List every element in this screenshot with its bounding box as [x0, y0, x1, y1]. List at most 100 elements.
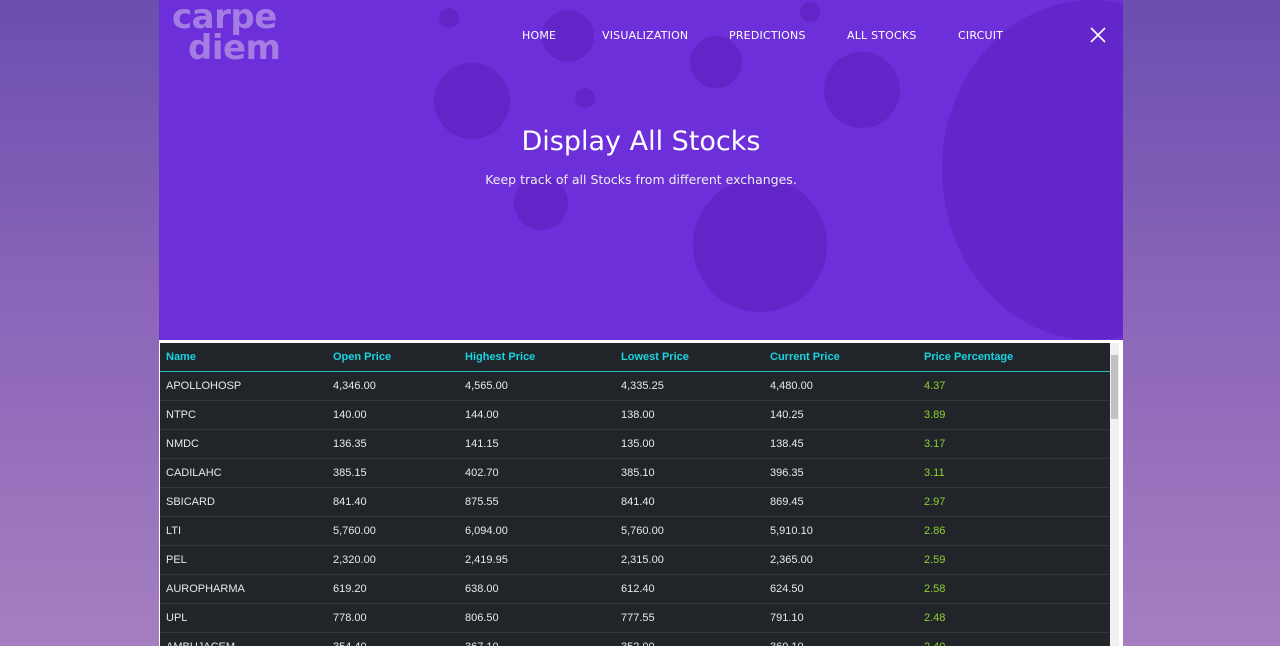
cell-name: NMDC — [160, 429, 327, 459]
cell-price-percentage: 2.48 — [918, 603, 1110, 633]
cell-current-price: 396.35 — [764, 458, 918, 488]
cell-highest-price: 6,094.00 — [459, 516, 615, 546]
stocks-table-container: Name Open Price Highest Price Lowest Pri… — [160, 343, 1119, 646]
cell-open-price: 5,760.00 — [327, 516, 459, 546]
hero-section: carpe diem HOME VISUALIZATION PREDICTION… — [159, 0, 1123, 340]
cell-open-price: 354.40 — [327, 632, 459, 646]
cell-current-price: 791.10 — [764, 603, 918, 633]
table-row: LTI 5,760.00 6,094.00 5,760.00 5,910.10 … — [160, 516, 1110, 546]
page-title: Display All Stocks — [521, 126, 761, 157]
column-header-lowest-price[interactable]: Lowest Price — [615, 343, 764, 372]
cell-current-price: 140.25 — [764, 400, 918, 430]
nav-visualization[interactable]: VISUALIZATION — [602, 29, 688, 42]
table-header-row: Name Open Price Highest Price Lowest Pri… — [160, 343, 1110, 372]
cell-lowest-price: 777.55 — [615, 603, 764, 633]
table-row: SBICARD 841.40 875.55 841.40 869.45 2.97 — [160, 487, 1110, 517]
page-container: carpe diem HOME VISUALIZATION PREDICTION… — [159, 0, 1123, 646]
cell-price-percentage: 2.97 — [918, 487, 1110, 517]
page-subtitle: Keep track of all Stocks from different … — [485, 172, 797, 187]
nav-predictions[interactable]: PREDICTIONS — [729, 29, 806, 42]
cell-highest-price: 4,565.00 — [459, 371, 615, 401]
cell-price-percentage: 3.11 — [918, 458, 1110, 488]
cell-open-price: 140.00 — [327, 400, 459, 430]
cell-name: SBICARD — [160, 487, 327, 517]
cell-lowest-price: 4,335.25 — [615, 371, 764, 401]
table-row: AUROPHARMA 619.20 638.00 612.40 624.50 2… — [160, 574, 1110, 604]
column-header-price-percentage[interactable]: Price Percentage — [918, 343, 1110, 372]
table-row: CADILAHC 385.15 402.70 385.10 396.35 3.1… — [160, 458, 1110, 488]
cell-lowest-price: 612.40 — [615, 574, 764, 604]
cell-name: APOLLOHOSP — [160, 371, 327, 401]
cell-lowest-price: 385.10 — [615, 458, 764, 488]
cell-current-price: 360.10 — [764, 632, 918, 646]
stocks-table: Name Open Price Highest Price Lowest Pri… — [160, 343, 1110, 646]
close-icon[interactable] — [1089, 26, 1107, 44]
decor-bubble — [800, 2, 820, 22]
cell-highest-price: 367.10 — [459, 632, 615, 646]
cell-current-price: 4,480.00 — [764, 371, 918, 401]
cell-lowest-price: 138.00 — [615, 400, 764, 430]
cell-open-price: 385.15 — [327, 458, 459, 488]
decor-bubble — [824, 52, 900, 128]
cell-highest-price: 144.00 — [459, 400, 615, 430]
cell-current-price: 5,910.10 — [764, 516, 918, 546]
cell-highest-price: 402.70 — [459, 458, 615, 488]
cell-open-price: 2,320.00 — [327, 545, 459, 575]
cell-name: UPL — [160, 603, 327, 633]
cell-price-percentage: 2.40 — [918, 632, 1110, 646]
nav-home[interactable]: HOME — [522, 29, 556, 42]
cell-current-price: 2,365.00 — [764, 545, 918, 575]
cell-highest-price: 638.00 — [459, 574, 615, 604]
cell-open-price: 4,346.00 — [327, 371, 459, 401]
nav-circuit[interactable]: CIRCUIT — [958, 29, 1003, 42]
cell-name: NTPC — [160, 400, 327, 430]
cell-current-price: 624.50 — [764, 574, 918, 604]
cell-price-percentage: 3.17 — [918, 429, 1110, 459]
table-row: APOLLOHOSP 4,346.00 4,565.00 4,335.25 4,… — [160, 371, 1110, 401]
cell-open-price: 841.40 — [327, 487, 459, 517]
cell-name: AUROPHARMA — [160, 574, 327, 604]
table-row: AMBUJACEM 354.40 367.10 352.00 360.10 2.… — [160, 632, 1110, 646]
decor-bubble — [575, 88, 595, 108]
cell-name: CADILAHC — [160, 458, 327, 488]
cell-highest-price: 875.55 — [459, 487, 615, 517]
column-header-highest-price[interactable]: Highest Price — [459, 343, 615, 372]
table-scrollbar[interactable] — [1110, 343, 1119, 646]
cell-highest-price: 806.50 — [459, 603, 615, 633]
column-header-current-price[interactable]: Current Price — [764, 343, 918, 372]
cell-open-price: 136.35 — [327, 429, 459, 459]
decor-bubble — [942, 0, 1123, 340]
cell-price-percentage: 2.86 — [918, 516, 1110, 546]
cell-lowest-price: 135.00 — [615, 429, 764, 459]
cell-price-percentage: 4.37 — [918, 371, 1110, 401]
table-row: NMDC 136.35 141.15 135.00 138.45 3.17 — [160, 429, 1110, 459]
cell-current-price: 869.45 — [764, 487, 918, 517]
cell-highest-price: 141.15 — [459, 429, 615, 459]
table-row: UPL 778.00 806.50 777.55 791.10 2.48 — [160, 603, 1110, 633]
cell-open-price: 619.20 — [327, 574, 459, 604]
cell-price-percentage: 2.58 — [918, 574, 1110, 604]
decor-bubble — [439, 8, 459, 28]
table-row: NTPC 140.00 144.00 138.00 140.25 3.89 — [160, 400, 1110, 430]
cell-name: AMBUJACEM — [160, 632, 327, 646]
brand-logo[interactable]: carpe diem — [172, 0, 281, 68]
column-header-name[interactable]: Name — [160, 343, 327, 372]
scrollbar-thumb[interactable] — [1111, 355, 1118, 419]
cell-highest-price: 2,419.95 — [459, 545, 615, 575]
decor-bubble — [693, 178, 827, 312]
cell-name: LTI — [160, 516, 327, 546]
cell-lowest-price: 841.40 — [615, 487, 764, 517]
cell-lowest-price: 2,315.00 — [615, 545, 764, 575]
cell-lowest-price: 5,760.00 — [615, 516, 764, 546]
decor-bubble — [690, 36, 742, 88]
cell-lowest-price: 352.00 — [615, 632, 764, 646]
cell-price-percentage: 2.59 — [918, 545, 1110, 575]
brand-line-2: diem — [188, 28, 281, 68]
cell-current-price: 138.45 — [764, 429, 918, 459]
cell-price-percentage: 3.89 — [918, 400, 1110, 430]
column-header-open-price[interactable]: Open Price — [327, 343, 459, 372]
cell-name: PEL — [160, 545, 327, 575]
table-row: PEL 2,320.00 2,419.95 2,315.00 2,365.00 … — [160, 545, 1110, 575]
cell-open-price: 778.00 — [327, 603, 459, 633]
nav-all-stocks[interactable]: ALL STOCKS — [847, 29, 917, 42]
